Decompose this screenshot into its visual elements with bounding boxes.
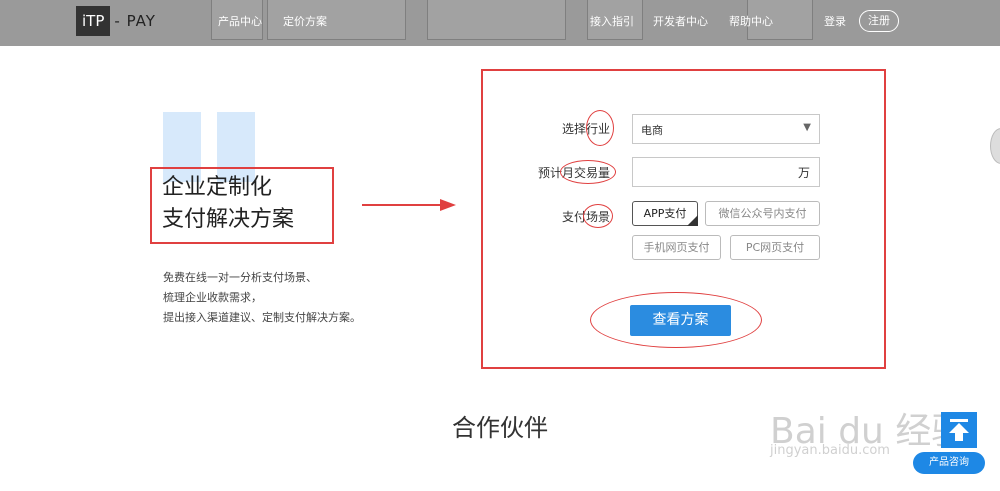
nav-box	[427, 0, 566, 40]
watermark-url: jingyan.baidu.com	[770, 443, 890, 458]
volume-unit: 万	[797, 166, 810, 180]
selected-check-icon	[687, 215, 698, 226]
top-navigation-bar: iTP - PAY 产品中心 定价方案 接入指引 开发者中心 帮助中心 登录 注…	[0, 0, 1000, 46]
scene-chip-label: APP支付	[643, 207, 687, 220]
industry-value: 电商	[641, 124, 663, 137]
nav-integration-guide[interactable]: 接入指引	[590, 13, 634, 29]
scene-app-pay[interactable]: APP支付	[632, 201, 698, 226]
scene-pc-web-pay[interactable]: PC网页支付	[730, 235, 820, 260]
logo-mark: iTP	[76, 6, 111, 36]
annotation-arrow-icon	[362, 199, 456, 211]
nav-developer-center[interactable]: 开发者中心	[653, 13, 708, 29]
arrow-up-icon	[949, 419, 969, 441]
scene-wechat-pay[interactable]: 微信公众号内支付	[705, 201, 820, 226]
brand-logo[interactable]: iTP - PAY	[76, 6, 156, 36]
nav-product-center[interactable]: 产品中心	[218, 13, 262, 29]
annotation-circle	[583, 204, 613, 228]
desc-line: 梳理企业收款需求，	[163, 291, 262, 304]
annotation-circle	[586, 110, 614, 146]
industry-select[interactable]: 电商 ▼	[632, 114, 820, 144]
consult-label: 产品咨询	[929, 457, 969, 468]
side-scroll-handle[interactable]	[990, 128, 1000, 164]
register-button[interactable]: 注册	[859, 10, 899, 32]
desc-line: 提出接入渠道建议、定制支付解决方案。	[163, 311, 361, 324]
dropdown-arrow-icon: ▼	[803, 122, 811, 133]
annotation-circle	[560, 160, 616, 184]
annotation-box-title	[150, 167, 334, 244]
scene-mobile-web-pay[interactable]: 手机网页支付	[632, 235, 721, 260]
nav-pricing[interactable]: 定价方案	[283, 13, 327, 29]
monthly-volume-input[interactable]: 万	[632, 157, 820, 187]
annotation-circle	[590, 292, 762, 348]
back-to-top-button[interactable]	[941, 412, 977, 448]
login-link[interactable]: 登录	[824, 13, 846, 29]
hero-description: 免费在线一对一分析支付场景、 梳理企业收款需求， 提出接入渠道建议、定制支付解决…	[163, 268, 361, 328]
nav-help-center[interactable]: 帮助中心	[729, 13, 773, 29]
product-consult-button[interactable]: 产品咨询	[913, 452, 985, 474]
logo-text: - PAY	[114, 12, 156, 30]
desc-line: 免费在线一对一分析支付场景、	[163, 271, 317, 284]
